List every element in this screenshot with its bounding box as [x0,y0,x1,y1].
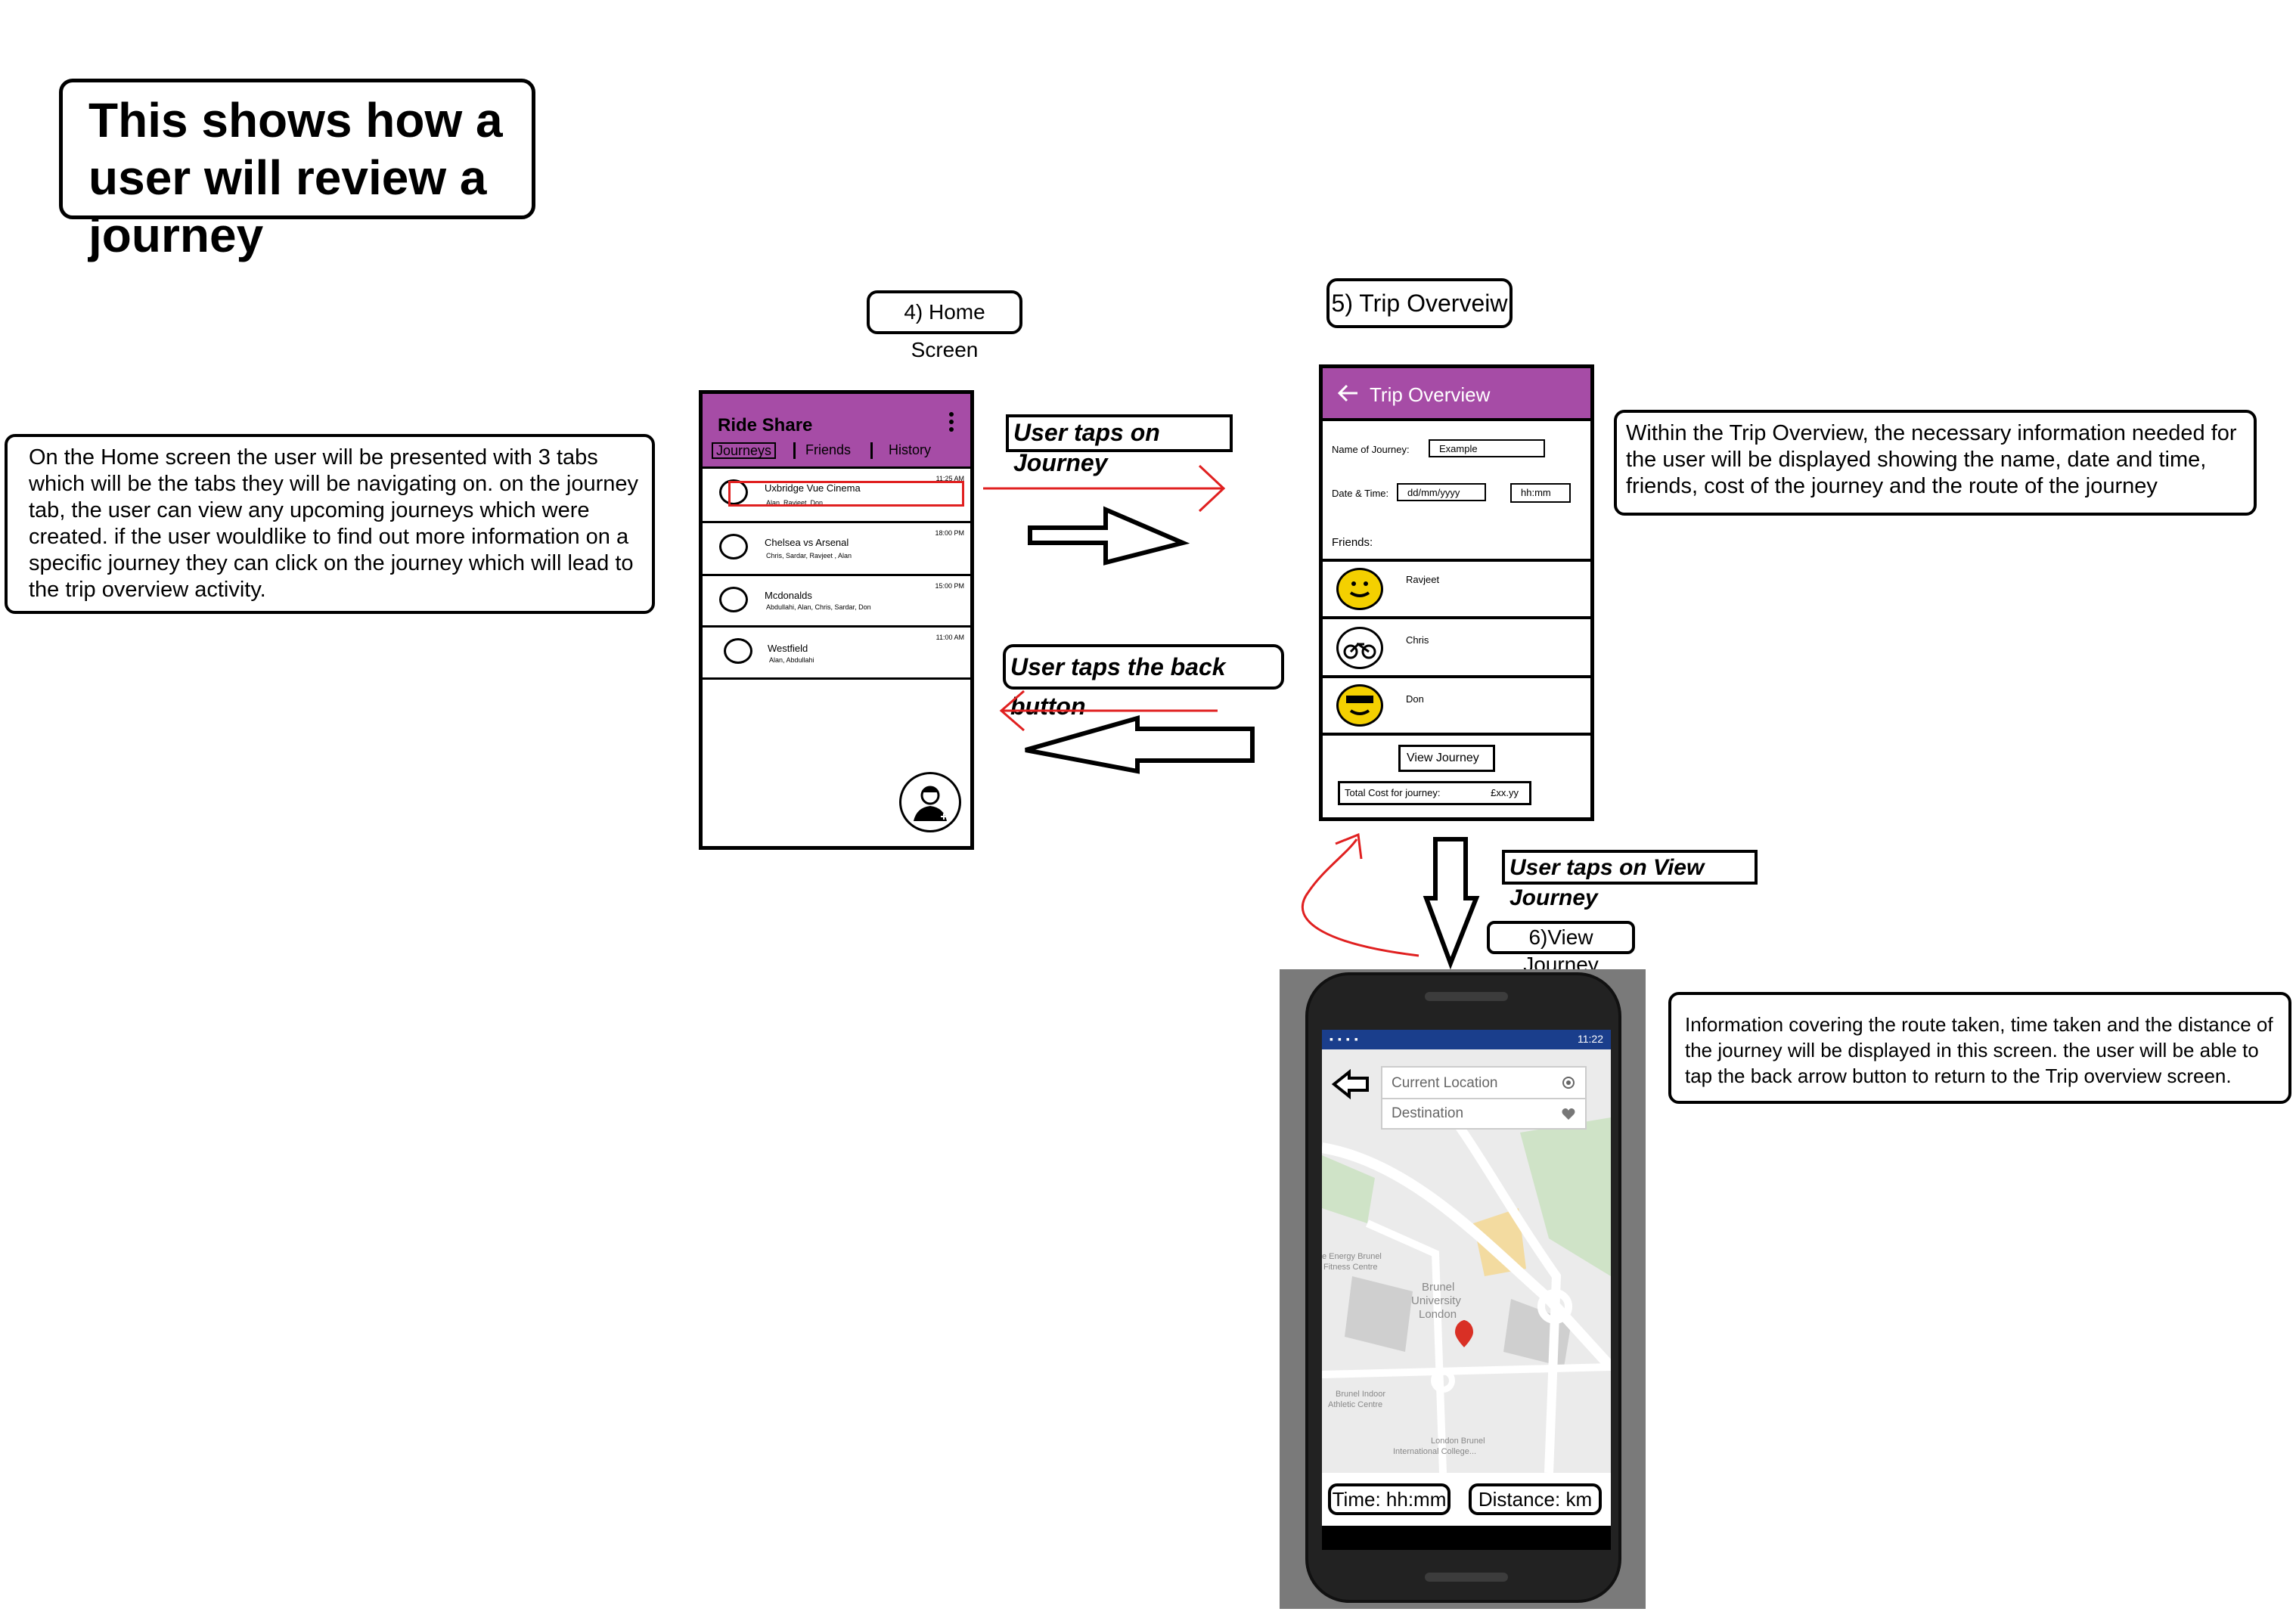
red-curved-arrow [1301,832,1419,957]
red-arrow-right [983,464,1226,513]
outline-arrow-right [1028,506,1190,566]
outline-arrow-left [1025,715,1255,774]
outline-arrow-down [1423,837,1480,970]
flow-arrows [983,464,1480,970]
